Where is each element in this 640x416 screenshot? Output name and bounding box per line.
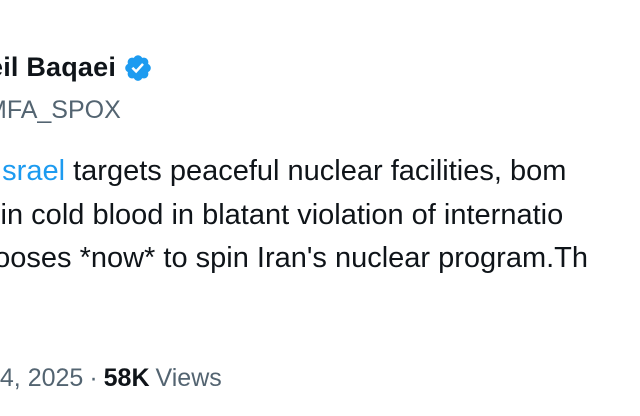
views-count: 58K	[103, 364, 150, 392]
tweet-text-line-1: #Israel targets peaceful nuclear facilit…	[0, 150, 588, 194]
tweet-text-line-1-rest: targets peaceful nuclear facilities, bom	[65, 155, 567, 187]
author-handle[interactable]: MFA_SPOX	[0, 96, 121, 125]
tweet-text-line-2: s in cold blood in blatant violation of …	[0, 198, 564, 231]
author-row[interactable]: eil Baqaei	[0, 52, 153, 83]
tweet-text-line-3: hooses *now* to spin Iran's nuclear prog…	[0, 242, 589, 274]
author-display-name[interactable]: eil Baqaei	[0, 52, 116, 83]
tweet-meta: 14, 2025·58KViews	[0, 364, 222, 393]
verified-badge-icon	[125, 54, 151, 81]
tweet-date[interactable]: 14, 2025	[0, 364, 83, 392]
hashtag-link[interactable]: #Israel	[0, 155, 65, 187]
views-label: Views	[155, 364, 222, 392]
author-handle-text[interactable]: MFA_SPOX	[0, 96, 121, 124]
tweet-card: eil Baqaei MFA_SPOX #Israel targets peac…	[0, 0, 640, 416]
tweet-text: #Israel targets peaceful nuclear facilit…	[0, 150, 588, 281]
meta-separator: ·	[89, 364, 98, 392]
